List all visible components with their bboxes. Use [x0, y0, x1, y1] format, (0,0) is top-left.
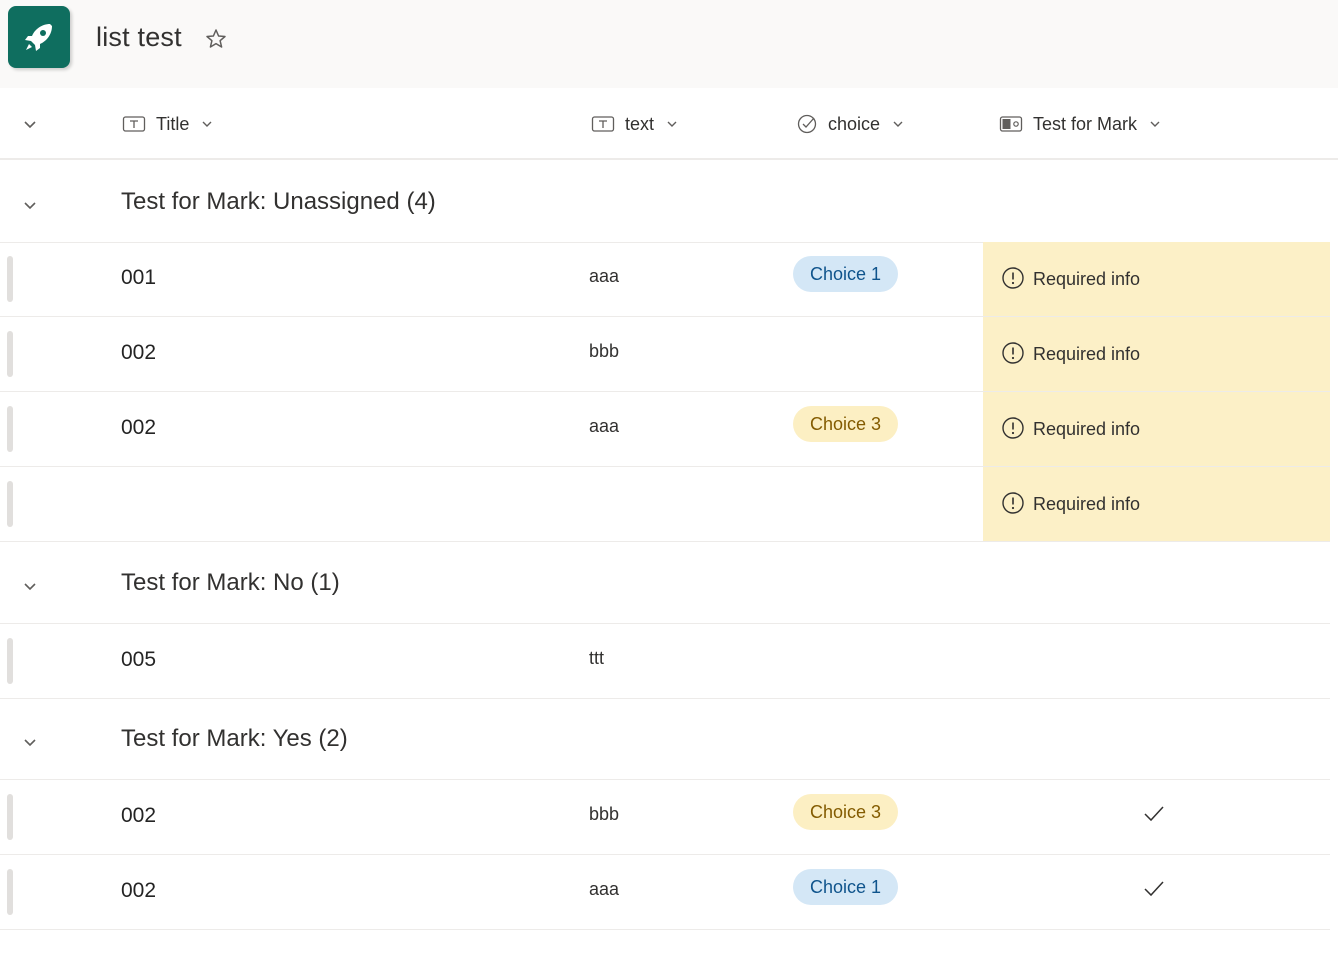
table-row[interactable]: 005 ttt: [0, 624, 1330, 699]
group-header-yes[interactable]: Test for Mark: Yes (2): [0, 699, 1330, 780]
chevron-down-icon[interactable]: [22, 734, 38, 750]
chevron-down-icon[interactable]: [22, 578, 38, 594]
group-title: Test for Mark: Yes (2): [121, 725, 348, 752]
text-cell: aaa: [589, 879, 620, 899]
warning-circle-icon: [1002, 417, 1024, 439]
choice-pill: Choice 3: [793, 406, 899, 442]
group-title: Test for Mark: Unassigned (4): [121, 188, 436, 215]
column-choice-label: choice: [828, 113, 881, 134]
choice-pill: Choice 1: [793, 256, 899, 292]
column-header-text[interactable]: text: [591, 112, 678, 136]
column-header-row: Title text choice Test for Mark: [0, 88, 1338, 160]
column-header-test-for-mark[interactable]: Test for Mark: [999, 112, 1161, 136]
required-info-label: Required info: [1033, 419, 1141, 439]
group-header-no[interactable]: Test for Mark: No (1): [0, 543, 1330, 624]
required-info-cell[interactable]: Required info: [983, 317, 1330, 391]
checkmark-icon: [1144, 881, 1164, 897]
choice-pill: Choice 1: [793, 869, 899, 905]
row-select-handle[interactable]: [7, 869, 13, 915]
required-info-cell[interactable]: Required info: [983, 242, 1330, 316]
warning-circle-icon: [1002, 492, 1024, 514]
title-cell[interactable]: 002: [121, 879, 156, 903]
row-select-handle[interactable]: [7, 256, 13, 302]
text-cell: aaa: [589, 266, 620, 286]
table-row[interactable]: 001 aaa Choice 1 Required info: [0, 242, 1330, 317]
checkmark-icon: [1144, 806, 1164, 822]
warning-circle-icon: [1002, 267, 1024, 289]
title-cell[interactable]: 005: [121, 648, 156, 672]
row-select-handle[interactable]: [7, 406, 13, 452]
table-row[interactable]: 002 aaa Choice 1: [0, 855, 1330, 930]
chevron-down-icon: [1150, 121, 1160, 127]
text-cell: ttt: [589, 648, 605, 668]
choice-column-icon: [797, 114, 817, 134]
column-title-label: Title: [156, 113, 190, 134]
chevron-down-icon[interactable]: [22, 197, 38, 213]
table-row[interactable]: 002 bbb Choice 3: [0, 780, 1330, 855]
rocket-icon[interactable]: [8, 6, 70, 68]
chevron-down-icon: [202, 121, 212, 127]
chevron-down-icon: [667, 121, 677, 127]
text-column-icon: [122, 116, 146, 132]
title-cell[interactable]: 001: [121, 266, 156, 290]
title-cell[interactable]: 002: [121, 804, 156, 828]
required-info-label: Required info: [1033, 269, 1141, 289]
text-column-icon: [591, 116, 615, 132]
column-test-for-mark-label: Test for Mark: [1033, 113, 1138, 134]
star-outline-icon[interactable]: [204, 27, 228, 51]
required-info-label: Required info: [1033, 494, 1141, 514]
warning-circle-icon: [1002, 342, 1024, 364]
group-header-unassigned[interactable]: Test for Mark: Unassigned (4): [0, 162, 1330, 243]
column-header-choice[interactable]: choice: [796, 112, 904, 136]
table-row[interactable]: 002 aaa Choice 3 Required info: [0, 392, 1330, 467]
text-cell: bbb: [589, 804, 620, 824]
chevron-down-icon: [893, 121, 903, 127]
column-text-label: text: [625, 113, 655, 134]
required-info-cell[interactable]: Required info: [983, 467, 1330, 541]
choice-pill: Choice 3: [793, 794, 899, 830]
row-select-handle[interactable]: [7, 638, 13, 684]
yes-no-column-icon: [999, 116, 1023, 132]
row-select-handle[interactable]: [7, 331, 13, 377]
row-select-handle[interactable]: [7, 481, 13, 527]
row-select-handle[interactable]: [7, 794, 13, 840]
title-cell[interactable]: 002: [121, 341, 156, 365]
column-header-title[interactable]: Title: [122, 112, 213, 136]
list-header-bar: list test: [0, 0, 1338, 88]
text-cell: bbb: [589, 341, 620, 361]
required-info-cell[interactable]: Required info: [983, 392, 1330, 466]
title-cell[interactable]: 002: [121, 416, 156, 440]
list-title: list test: [96, 22, 182, 52]
table-row[interactable]: 002 bbb Required info: [0, 317, 1330, 392]
required-info-label: Required info: [1033, 344, 1141, 364]
table-row[interactable]: Required info: [0, 467, 1330, 542]
text-cell: aaa: [589, 416, 620, 436]
collapse-all-chevron-icon[interactable]: [22, 116, 38, 132]
group-title: Test for Mark: No (1): [121, 569, 340, 596]
